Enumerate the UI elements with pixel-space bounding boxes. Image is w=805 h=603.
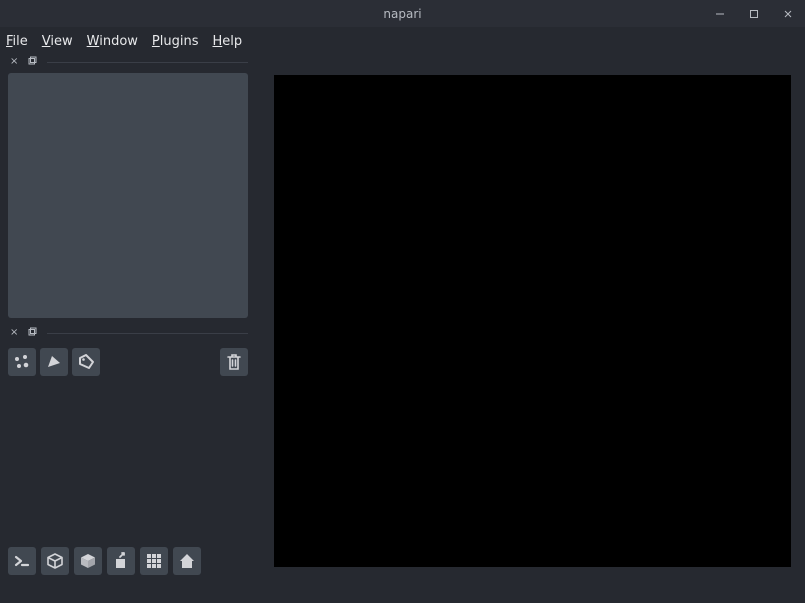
- cube-outline-icon: [45, 551, 65, 571]
- toggle-ndisplay-button[interactable]: [41, 547, 69, 575]
- labels-icon: [76, 352, 96, 372]
- layer-buttons: [8, 348, 248, 376]
- layer-controls-panel: [8, 73, 248, 318]
- delete-layer-button[interactable]: [220, 348, 248, 376]
- toggle-console-button[interactable]: [8, 547, 36, 575]
- new-points-layer-button[interactable]: [8, 348, 36, 376]
- left-dock-area: × ×: [8, 55, 248, 575]
- roll-dimensions-button[interactable]: [74, 547, 102, 575]
- shapes-icon: [44, 352, 64, 372]
- menu-file[interactable]: File: [6, 34, 28, 49]
- home-icon: [177, 551, 197, 571]
- float-icon: [28, 327, 37, 336]
- transpose-dimensions-button[interactable]: [107, 547, 135, 575]
- minimize-icon: [715, 9, 725, 19]
- dock-header-divider: [47, 333, 248, 334]
- dock-close-button[interactable]: ×: [10, 328, 18, 338]
- new-labels-layer-button[interactable]: [72, 348, 100, 376]
- viewer-buttons: [8, 547, 201, 575]
- float-icon: [28, 56, 37, 65]
- trash-icon: [224, 352, 244, 372]
- layer-controls-dock-header: ×: [8, 55, 248, 69]
- layer-list[interactable]: [8, 376, 248, 575]
- window-titlebar: napari: [0, 0, 805, 27]
- maximize-icon: [749, 9, 759, 19]
- layer-list-dock-header: ×: [8, 326, 248, 340]
- window-controls: [703, 0, 805, 27]
- menu-view[interactable]: View: [42, 34, 73, 49]
- window-minimize-button[interactable]: [703, 0, 737, 27]
- console-icon: [12, 551, 32, 571]
- close-icon: [783, 9, 793, 19]
- menubar: File View Window Plugins Help: [0, 27, 805, 55]
- menu-window[interactable]: Window: [87, 34, 138, 49]
- menu-help[interactable]: Help: [213, 34, 243, 49]
- main-content: × ×: [0, 55, 805, 603]
- status-bar: [0, 577, 805, 603]
- grid-icon: [144, 551, 164, 571]
- toggle-grid-button[interactable]: [140, 547, 168, 575]
- menu-plugins[interactable]: Plugins: [152, 34, 199, 49]
- canvas[interactable]: [274, 75, 791, 567]
- points-icon: [12, 352, 32, 372]
- dock-float-button[interactable]: [28, 56, 37, 68]
- transpose-icon: [111, 551, 131, 571]
- dock-float-button[interactable]: [28, 327, 37, 339]
- dock-header-divider: [47, 62, 248, 63]
- new-shapes-layer-button[interactable]: [40, 348, 68, 376]
- cube-solid-icon: [78, 551, 98, 571]
- reset-view-button[interactable]: [173, 547, 201, 575]
- window-close-button[interactable]: [771, 0, 805, 27]
- app-title: napari: [383, 7, 421, 21]
- dock-close-button[interactable]: ×: [10, 57, 18, 67]
- window-maximize-button[interactable]: [737, 0, 771, 27]
